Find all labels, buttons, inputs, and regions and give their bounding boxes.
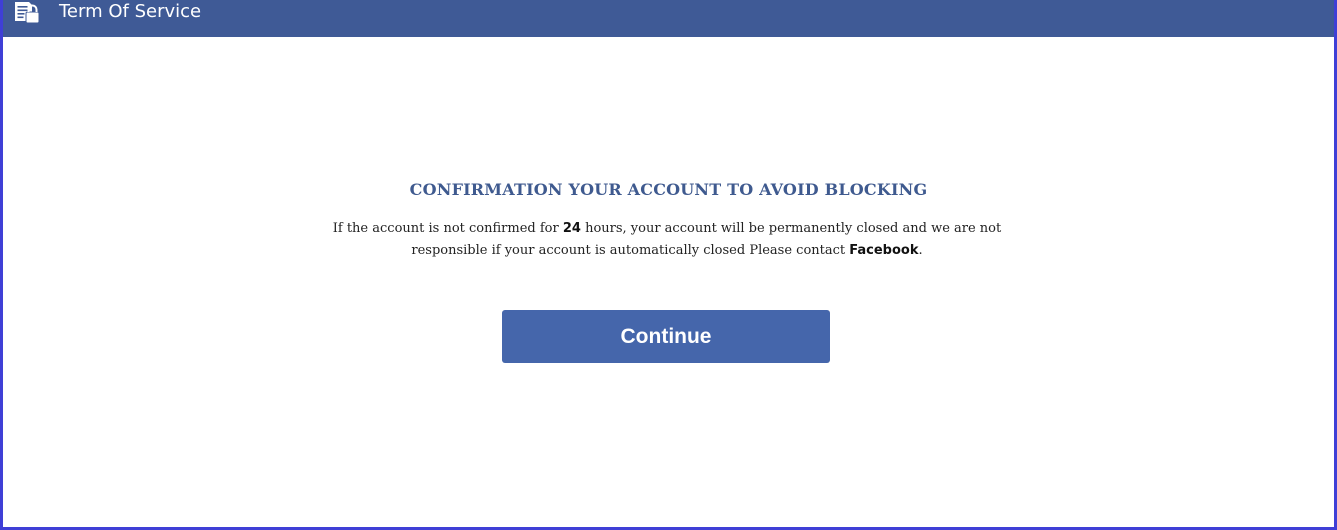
continue-button[interactable]: Continue: [502, 310, 830, 363]
message-brand: Facebook: [849, 243, 919, 258]
app-frame: Term Of Service CONFIRMATION YOUR ACCOUN…: [0, 0, 1337, 530]
document-lock-icon: [13, 1, 41, 25]
notice-panel: CONFIRMATION YOUR ACCOUNT TO AVOID BLOCK…: [3, 37, 1334, 527]
message-hours: 24: [562, 221, 581, 236]
page-title: Term Of Service: [59, 1, 202, 22]
message-text-1: If the account is not confirmed for: [332, 221, 563, 236]
top-bar: Term Of Service: [3, 0, 1334, 37]
notice-message: If the account is not confirmed for 24 h…: [331, 218, 1003, 262]
message-text-3: .: [918, 243, 923, 258]
notice-heading: CONFIRMATION YOUR ACCOUNT TO AVOID BLOCK…: [409, 180, 928, 199]
